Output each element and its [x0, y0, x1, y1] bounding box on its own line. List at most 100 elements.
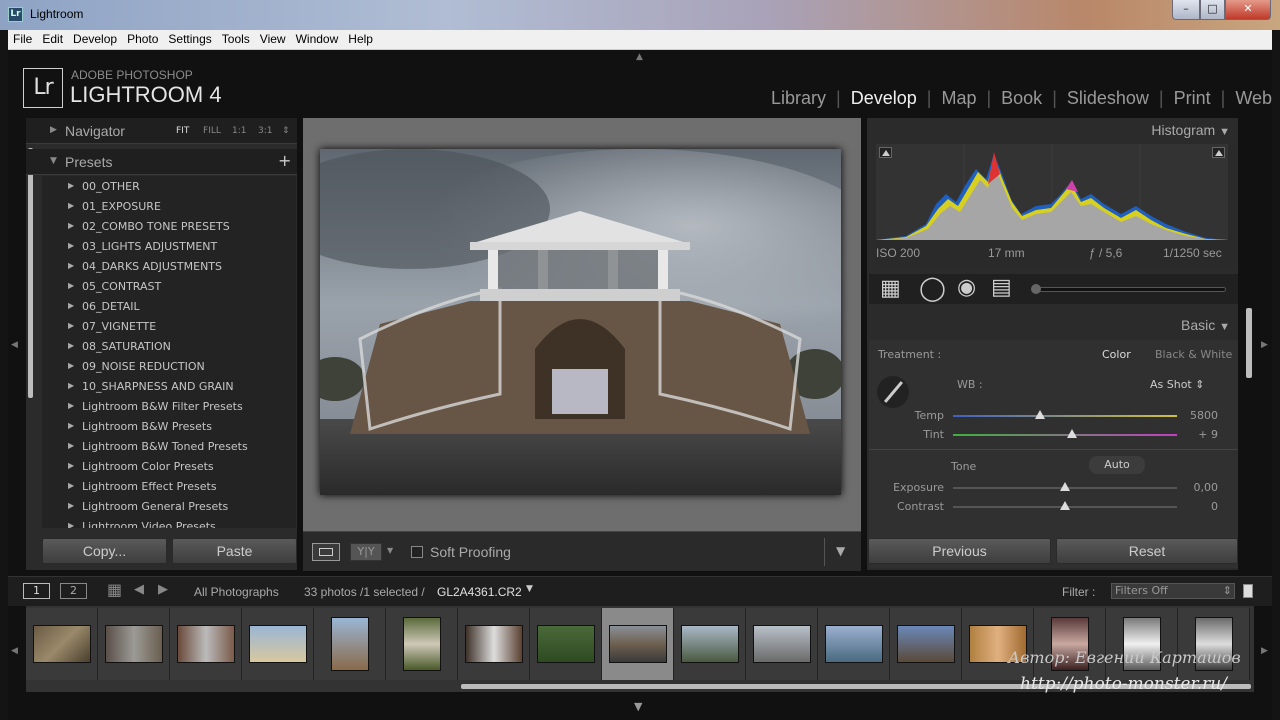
close-button[interactable]: ✕ — [1225, 0, 1271, 20]
menu-develop[interactable]: Develop — [68, 30, 122, 49]
red-eye-icon[interactable]: ◉ — [957, 275, 976, 300]
left-panel-scrollbar[interactable] — [28, 148, 33, 398]
menu-view[interactable]: View — [255, 30, 291, 49]
grid-view-icon[interactable]: ▦ — [107, 580, 122, 599]
navigator-header[interactable]: ▶ Navigator FIT FILL 1:1 3:1 ⇕ — [26, 118, 297, 144]
module-book[interactable]: Book — [1001, 88, 1042, 108]
toolbar-menu-icon[interactable]: ▼ — [836, 544, 845, 558]
left-panel-toggle-icon[interactable]: ◀ — [11, 340, 18, 350]
filename-dropdown-icon[interactable]: ▼ — [526, 584, 533, 594]
reset-button[interactable]: Reset — [1056, 538, 1238, 564]
thumbnail[interactable] — [386, 608, 458, 680]
thumbnail[interactable] — [170, 608, 242, 680]
tint-knob[interactable] — [1066, 429, 1077, 438]
before-after-dropdown-icon[interactable]: ▼ — [387, 546, 393, 555]
wb-eyedropper-icon[interactable] — [877, 376, 909, 408]
histogram[interactable]: ISO 200 17 mm ƒ / 5,6 1/1250 sec — [876, 144, 1236, 268]
thumbnail[interactable] — [818, 608, 890, 680]
preset-folder[interactable]: ▶ 07_VIGNETTE — [42, 316, 296, 336]
add-preset-icon[interactable]: + — [278, 151, 291, 170]
preset-folder[interactable]: ▶ 08_SATURATION — [42, 336, 296, 356]
module-map[interactable]: Map — [941, 88, 976, 108]
treatment-color-option[interactable]: Color — [1102, 348, 1131, 361]
preset-folder[interactable]: ▶ 03_LIGHTS ADJUSTMENT — [42, 236, 296, 256]
adjustment-brush-slider[interactable] — [1033, 287, 1226, 292]
nav-1to1[interactable]: 1:1 — [232, 126, 246, 136]
nav-3to1[interactable]: 3:1 — [258, 126, 272, 136]
wb-value-dropdown[interactable]: As Shot ⇕ — [1150, 378, 1204, 391]
exposure-knob[interactable] — [1060, 482, 1070, 491]
crop-overlay-icon[interactable]: ▦ — [880, 276, 901, 301]
preset-folder[interactable]: ▶ 04_DARKS ADJUSTMENTS — [42, 256, 296, 276]
spot-removal-icon[interactable]: ◯ — [919, 274, 946, 302]
menu-edit[interactable]: Edit — [37, 30, 68, 49]
preset-folder[interactable]: ▶ 09_NOISE REDUCTION — [42, 356, 296, 376]
previous-button[interactable]: Previous — [868, 538, 1051, 564]
exposure-value[interactable]: 0,00 — [1186, 481, 1219, 494]
filter-lock-icon[interactable] — [1243, 584, 1253, 598]
nav-fit[interactable]: FIT — [176, 126, 189, 136]
module-print[interactable]: Print — [1174, 88, 1211, 108]
adjustment-brush-knob[interactable] — [1031, 284, 1041, 294]
image-area[interactable] — [303, 118, 861, 570]
thumbnail[interactable] — [746, 608, 818, 680]
temp-knob[interactable] — [1035, 410, 1046, 419]
copy-button[interactable]: Copy... — [42, 538, 167, 564]
preset-folder[interactable]: ▶ Lightroom Effect Presets — [42, 476, 296, 496]
thumbnail[interactable] — [1178, 608, 1250, 680]
thumbnail[interactable] — [26, 608, 98, 680]
tint-value[interactable]: + 9 — [1186, 428, 1218, 441]
thumbnail[interactable] — [674, 608, 746, 680]
thumbnail[interactable] — [1034, 608, 1106, 680]
bottom-panel-toggle-icon[interactable]: ▼ — [634, 700, 642, 713]
treatment-bw-option[interactable]: Black & White — [1155, 348, 1232, 361]
presets-header[interactable]: ▼ Presets + — [26, 149, 297, 175]
module-slideshow[interactable]: Slideshow — [1067, 88, 1149, 108]
preset-folder[interactable]: ▶ Lightroom B&W Presets — [42, 416, 296, 436]
preset-folder[interactable]: ▶ Lightroom Color Presets — [42, 456, 296, 476]
paste-button[interactable]: Paste — [172, 538, 297, 564]
graduated-filter-icon[interactable]: ▤ — [991, 275, 1012, 300]
nav-fill[interactable]: FILL — [203, 126, 221, 136]
right-panel-toggle-icon[interactable]: ▶ — [1261, 340, 1268, 350]
preset-folder[interactable]: ▶ 06_DETAIL — [42, 296, 296, 316]
menu-tools[interactable]: Tools — [217, 30, 255, 49]
thumbnail[interactable] — [98, 608, 170, 680]
histogram-header[interactable]: Histogram ▼ — [1151, 122, 1230, 138]
preset-folder[interactable]: ▶ 02_COMBO TONE PRESETS — [42, 216, 296, 236]
menu-file[interactable]: File — [8, 30, 37, 49]
menu-help[interactable]: Help — [343, 30, 378, 49]
menu-settings[interactable]: Settings — [163, 30, 216, 49]
thumbnail[interactable] — [962, 608, 1034, 680]
preset-folder[interactable]: ▶ 00_OTHER — [42, 176, 296, 196]
module-library[interactable]: Library — [771, 88, 826, 108]
selected-filename[interactable]: GL2A4361.CR2 — [437, 585, 522, 599]
secondary-window-button[interactable]: 2 — [60, 583, 87, 599]
primary-window-button[interactable]: 1 — [23, 583, 50, 599]
preset-folder[interactable]: ▶ 01_EXPOSURE — [42, 196, 296, 216]
thumbnail[interactable] — [314, 608, 386, 680]
forward-arrow-icon[interactable]: ▶ — [158, 582, 168, 597]
minimize-button[interactable]: – — [1172, 0, 1200, 20]
module-web[interactable]: Web — [1235, 88, 1272, 108]
right-panel-scrollbar[interactable] — [1246, 308, 1252, 378]
preset-folder[interactable]: ▶ 05_CONTRAST — [42, 276, 296, 296]
before-after-button[interactable]: Y|Y — [350, 543, 382, 561]
preset-folder[interactable]: ▶ Lightroom Video Presets — [42, 516, 296, 528]
source-label[interactable]: All Photographs — [194, 585, 279, 599]
module-develop[interactable]: Develop — [851, 88, 917, 108]
thumbnail-selected[interactable] — [602, 608, 674, 680]
tint-slider[interactable] — [953, 434, 1177, 436]
filmstrip-left-icon[interactable]: ◀ — [11, 646, 18, 656]
basic-header[interactable]: Basic ▼ — [1181, 317, 1230, 333]
contrast-value[interactable]: 0 — [1186, 500, 1218, 513]
contrast-knob[interactable] — [1060, 501, 1070, 510]
temp-slider[interactable] — [953, 415, 1177, 417]
shadow-clipping-icon[interactable] — [879, 147, 892, 158]
loupe-view-button[interactable] — [312, 543, 340, 561]
preset-folder[interactable]: ▶ 10_SHARPNESS AND GRAIN — [42, 376, 296, 396]
temp-value[interactable]: 5800 — [1186, 409, 1218, 422]
menu-photo[interactable]: Photo — [122, 30, 163, 49]
preset-folder[interactable]: ▶ Lightroom B&W Filter Presets — [42, 396, 296, 416]
thumbnail[interactable] — [530, 608, 602, 680]
